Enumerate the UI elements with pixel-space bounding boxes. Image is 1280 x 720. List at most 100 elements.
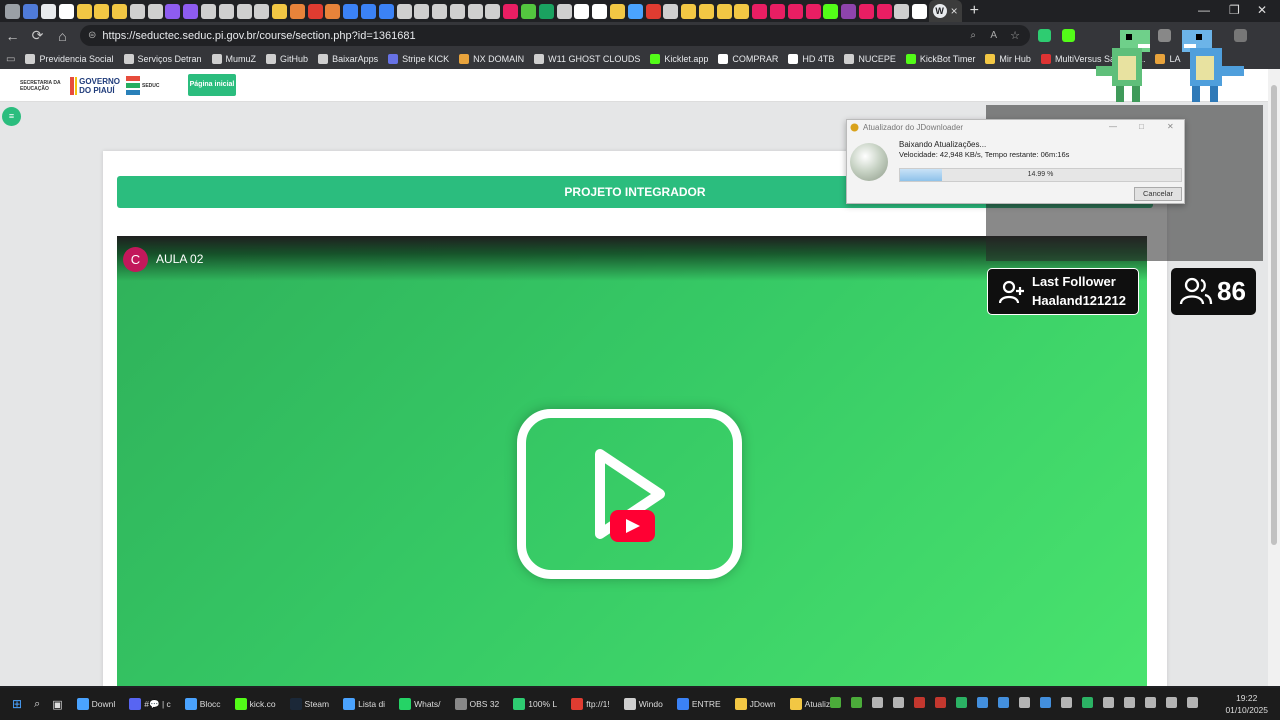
taskbar-app[interactable]: Downl [76, 698, 115, 710]
tab-favicon-icon[interactable] [343, 3, 359, 19]
bookmark-item[interactable]: Stripe KICK [388, 54, 449, 64]
bookmark-item[interactable]: KickBot Timer [905, 54, 975, 64]
bookmark-item[interactable]: Previdencia Social [25, 54, 114, 64]
taskbar-app[interactable]: OBS 32 [454, 698, 499, 710]
bookmark-item[interactable]: NUCEPE [844, 54, 896, 64]
cancel-button[interactable]: Cancelar [1134, 187, 1182, 201]
tray-icon[interactable] [1082, 697, 1093, 708]
tray-icon[interactable] [1019, 697, 1030, 708]
tab-favicon-icon[interactable] [378, 3, 394, 19]
translate-icon[interactable]: A [990, 30, 997, 41]
page-scrollbar[interactable] [1268, 69, 1280, 686]
reload-icon[interactable]: ⟳ [25, 27, 50, 44]
tab-favicon-icon[interactable] [681, 3, 697, 19]
tab-favicon-icon[interactable] [76, 3, 92, 19]
taskbar-app[interactable]: ENTRE [676, 698, 721, 710]
tab-favicon-icon[interactable] [40, 3, 56, 19]
taskbar-app[interactable]: Atualiz [789, 698, 830, 710]
play-button[interactable] [610, 510, 655, 542]
sidebar-toggle-button[interactable]: ≡ [2, 107, 21, 126]
system-clock[interactable]: 19:22 01/10/2025 [1225, 692, 1268, 716]
tray-icon[interactable] [1145, 697, 1156, 708]
close-icon[interactable]: ✕ [1167, 122, 1174, 131]
tab-active[interactable]: W × [928, 0, 962, 22]
tray-icon[interactable] [1103, 697, 1114, 708]
site-info-icon[interactable]: ⊜ [88, 30, 96, 41]
task-view-icon[interactable]: ▣ [52, 698, 62, 711]
bookmark-item[interactable]: W11 GHOST CLOUDS [534, 54, 640, 64]
tray-icon[interactable] [998, 697, 1009, 708]
tab-favicon-icon[interactable] [716, 3, 732, 19]
home-icon[interactable]: ⌂ [50, 28, 75, 44]
back-icon[interactable]: ← [0, 28, 25, 44]
tab-favicon-icon[interactable] [858, 3, 874, 19]
tray-icon[interactable] [1061, 697, 1072, 708]
close-tab-icon[interactable]: × [951, 4, 958, 18]
new-tab-button[interactable]: + [970, 2, 979, 20]
bookmark-item[interactable]: COMPRAR [718, 54, 778, 64]
tab-favicon-icon[interactable] [574, 3, 590, 19]
url-text[interactable]: https://seductec.seduc.pi.gov.br/course/… [102, 30, 415, 42]
tab-favicon-icon[interactable] [218, 3, 234, 19]
taskbar-app[interactable]: kick.co [234, 698, 276, 710]
taskbar-app[interactable]: JDown [734, 698, 776, 710]
taskbar-app[interactable]: 100% L [513, 698, 557, 710]
tab-favicon-icon[interactable] [663, 3, 679, 19]
channel-avatar[interactable]: C [123, 247, 148, 272]
tray-icon[interactable] [872, 697, 883, 708]
taskbar-app[interactable]: #💬 | c [129, 698, 171, 710]
tab-favicon-icon[interactable] [23, 3, 39, 19]
tray-icon[interactable] [935, 697, 946, 708]
tab-favicon-icon[interactable] [787, 3, 803, 19]
tab-favicon-icon[interactable] [912, 3, 928, 19]
tab-favicon-icon[interactable] [521, 3, 537, 19]
bookmark-item[interactable]: Kicklet.app [650, 54, 708, 64]
tab-favicon-icon[interactable] [58, 3, 74, 19]
tray-icon[interactable] [1124, 697, 1135, 708]
windows-start-icon[interactable]: ⊞ [12, 697, 22, 711]
taskbar-app[interactable]: Whats/ [399, 698, 441, 710]
bookmark-item[interactable]: MumuZ [211, 54, 256, 64]
tab-favicon-icon[interactable] [841, 3, 857, 19]
tab-favicon-icon[interactable] [876, 3, 892, 19]
tab-favicon-icon[interactable] [414, 3, 430, 19]
tab-favicon-icon[interactable] [823, 3, 839, 19]
tab-favicon-icon[interactable] [592, 3, 608, 19]
tab-favicon-icon[interactable] [805, 3, 821, 19]
maximize-icon[interactable]: □ [1139, 122, 1144, 131]
tab-favicon-icon[interactable] [769, 3, 785, 19]
tab-favicon-icon[interactable] [556, 3, 572, 19]
tray-icon[interactable] [956, 697, 967, 708]
tray-icon[interactable] [977, 697, 988, 708]
tab-favicon-icon[interactable] [129, 3, 145, 19]
minimize-button[interactable]: — [1198, 3, 1210, 17]
tab-favicon-icon[interactable] [183, 3, 199, 19]
tray-icon[interactable] [1040, 697, 1051, 708]
tab-favicon-icon[interactable] [627, 3, 643, 19]
tray-icon[interactable] [1166, 697, 1177, 708]
taskbar-app[interactable]: ftp://1! [571, 698, 610, 710]
tab-favicon-icon[interactable] [165, 3, 181, 19]
tab-favicon-icon[interactable] [396, 3, 412, 19]
tab-favicon-icon[interactable] [538, 3, 554, 19]
tab-favicon-icon[interactable] [752, 3, 768, 19]
bookmark-star-icon[interactable]: ☆ [1010, 29, 1020, 42]
tab-favicon-icon[interactable] [325, 3, 341, 19]
tab-favicon-icon[interactable] [236, 3, 252, 19]
taskbar-app[interactable]: Steam [289, 698, 329, 710]
tab-favicon-icon[interactable] [894, 3, 910, 19]
bookmark-item[interactable]: BaixarApps [318, 54, 378, 64]
bookmark-item[interactable]: HD 4TB [788, 54, 834, 64]
bookmarks-menu-icon[interactable]: ▭ [6, 54, 15, 65]
taskbar-app[interactable]: Lista di [343, 698, 385, 710]
tab-favicon-icon[interactable] [307, 3, 323, 19]
extension-icon[interactable] [1038, 29, 1051, 42]
maximize-button[interactable]: ❐ [1229, 3, 1240, 17]
tab-favicon-icon[interactable] [645, 3, 661, 19]
tray-icon[interactable] [893, 697, 904, 708]
address-bar[interactable]: ⊜ https://seductec.seduc.pi.gov.br/cours… [80, 25, 1030, 46]
tab-favicon-icon[interactable] [467, 3, 483, 19]
tab-favicon-icon[interactable] [503, 3, 519, 19]
tab-favicon-icon[interactable] [272, 3, 288, 19]
bookmark-item[interactable]: Mir Hub [985, 54, 1031, 64]
